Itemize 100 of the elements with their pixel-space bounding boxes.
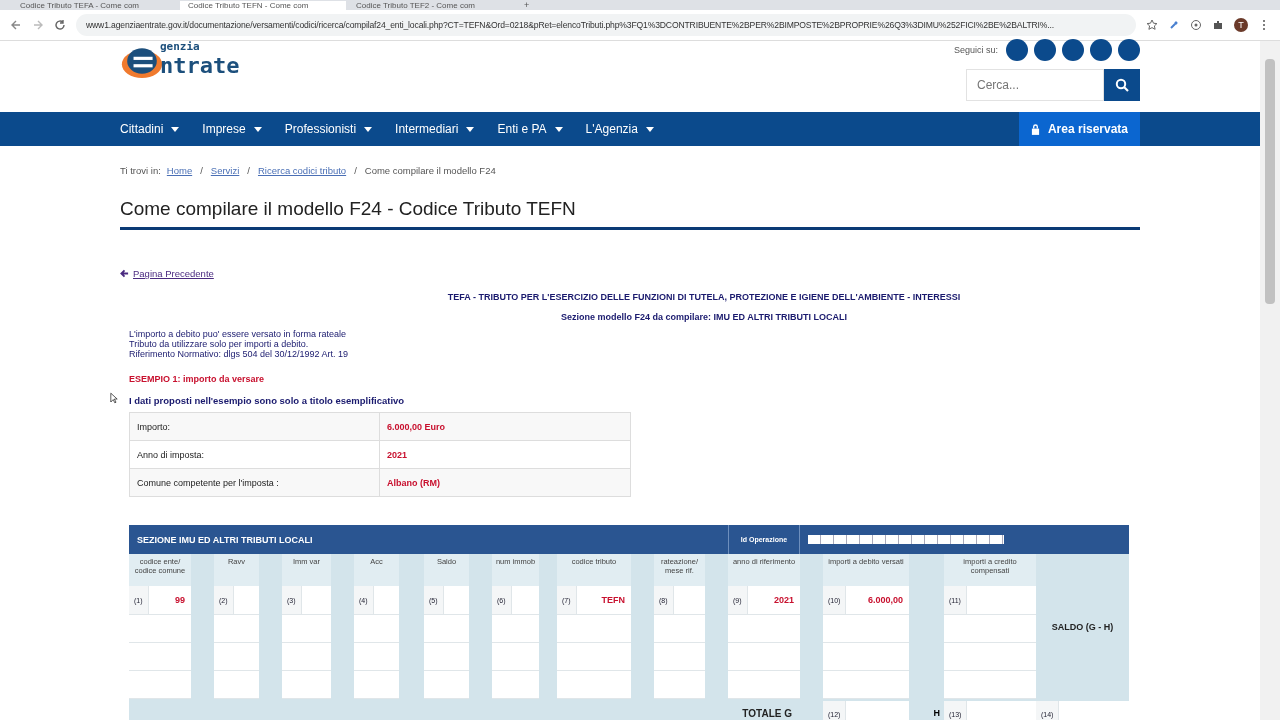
form-field[interactable] <box>728 643 800 671</box>
caret-icon <box>171 126 180 132</box>
form-field[interactable] <box>282 643 331 671</box>
social-icon[interactable] <box>1090 39 1112 61</box>
table-cell: Importo: <box>130 413 380 440</box>
breadcrumb-link[interactable]: Ricerca codici tributo <box>257 165 347 176</box>
form-field[interactable] <box>214 615 259 643</box>
caret-icon <box>466 126 475 132</box>
reload-icon[interactable] <box>54 19 66 31</box>
caret-icon <box>554 126 563 132</box>
form-field[interactable] <box>654 671 705 699</box>
search-icon <box>1115 78 1129 92</box>
id-field[interactable] <box>808 535 1004 544</box>
form-field[interactable]: 2021 <box>747 586 800 614</box>
back-link[interactable]: Pagina Precedente <box>120 268 214 279</box>
breadcrumb-link[interactable]: Servizi <box>210 165 240 176</box>
form-field[interactable] <box>282 671 331 699</box>
form-field[interactable] <box>823 671 909 699</box>
logo-text: genzia <box>160 41 201 53</box>
new-tab-button[interactable]: + <box>516 1 538 10</box>
form-field[interactable] <box>214 643 259 671</box>
form-field[interactable] <box>354 671 399 699</box>
breadcrumb-separator: / <box>354 165 357 176</box>
back-icon[interactable] <box>10 19 22 31</box>
note-text: L'importo a debito puo' essere versato in forma rateale <box>129 329 348 339</box>
nav-menu-item[interactable]: Enti e PA <box>497 122 563 136</box>
form-field[interactable]: 99 <box>148 586 191 614</box>
form-field[interactable] <box>282 615 331 643</box>
form-field[interactable] <box>492 671 539 699</box>
total-label: TOTALE G <box>741 706 793 720</box>
logo-text: ntrate <box>160 53 240 79</box>
disclaimer-text: I dati proposti nell'esempio sono solo a titolo esemplificativo <box>129 395 406 406</box>
social-icon[interactable] <box>1034 39 1056 61</box>
breadcrumb-current: Come compilare il modello F24 <box>364 165 496 176</box>
form-field[interactable] <box>944 671 1036 699</box>
form-field[interactable] <box>823 615 909 643</box>
form-field[interactable] <box>129 643 191 671</box>
form-field[interactable] <box>129 671 191 699</box>
breadcrumb-link[interactable]: Home <box>166 165 193 176</box>
total-label: H <box>932 707 941 720</box>
search-field[interactable]: Cerca... <box>966 69 1104 101</box>
form-field[interactable]: TEFN <box>576 586 631 614</box>
scrollbar[interactable] <box>1260 41 1280 720</box>
form-field[interactable] <box>129 615 191 643</box>
puzzle-icon[interactable] <box>1212 19 1224 31</box>
caret-icon <box>253 126 262 132</box>
form-field[interactable] <box>557 671 631 699</box>
social-icon[interactable] <box>1062 39 1084 61</box>
form-field[interactable] <box>492 643 539 671</box>
form-field[interactable] <box>944 615 1036 643</box>
form-field[interactable] <box>823 643 909 671</box>
lock-icon <box>1030 123 1040 135</box>
address-bar[interactable]: www1.agenziaentrate.gov.it/documentazione/versamenti/codici/ricerca/compilaf24_enti_locali.php?CT=TEFN&Ord=0218&pRet=elencoTributi.php%3FQ1%3DCONTRIBUENTE%2BPER%2BIMPOSTE%2BPROPRIE%26Q3%3DIMU%252FICI%2BE%2BALTRI%... <box>76 14 1136 36</box>
form-field[interactable] <box>557 615 631 643</box>
browser-tab[interactable]: Codice Tributo TEFN - Come com <box>180 1 346 10</box>
form-field[interactable] <box>214 671 259 699</box>
breadcrumb-separator: / <box>247 165 250 176</box>
reserved-area-button[interactable]: Area riservata <box>1018 112 1140 146</box>
section-heading: TEFA - TRIBUTO PER L'ESERCIZIO DELLE FUNZIONI DI TUTELA, PROTEZIONE E IGIENE DELL'AMBIENTE - INTERESSI <box>446 292 962 302</box>
follow-label: Seguici su: <box>953 45 998 55</box>
saldo-label: SALDO (G - H) <box>1050 620 1115 634</box>
caret-icon <box>364 126 373 132</box>
nav-menu-item[interactable]: Cittadini <box>120 122 180 136</box>
table-cell-text: 2021 <box>386 448 409 462</box>
social-icon[interactable] <box>1006 39 1028 61</box>
form-field[interactable] <box>728 671 800 699</box>
form-field[interactable] <box>354 615 399 643</box>
star-icon[interactable] <box>1146 19 1158 31</box>
section-heading: Sezione modello F24 da compilare: IMU ED ALTRI TRIBUTI LOCALI <box>560 312 848 322</box>
form-field[interactable] <box>654 615 705 643</box>
form-field[interactable] <box>424 671 469 699</box>
search-button[interactable] <box>1104 69 1140 101</box>
form-field[interactable] <box>354 643 399 671</box>
nav-menu-item[interactable]: Professionisti <box>284 122 373 136</box>
form-field[interactable] <box>654 643 705 671</box>
form-field[interactable] <box>424 643 469 671</box>
note-text: Tributo da utilizzare solo per importi a debito. <box>129 339 310 349</box>
table-cell-text: 6.000,00 Euro <box>386 420 447 434</box>
breadcrumb-label: Ti trovi in: <box>120 165 161 176</box>
form-field[interactable] <box>944 643 1036 671</box>
nav-menu-item[interactable]: Imprese <box>202 122 262 136</box>
note-text: Riferimento Normativo: dlgs 504 del 30/12/1992 Art. 19 <box>129 349 350 359</box>
page-title: Come compilare il modello F24 - Codice Tributo TEFN <box>120 198 577 220</box>
arrow-left-icon <box>120 269 129 278</box>
example-title: ESEMPIO 1: importo da versare <box>129 374 266 384</box>
forward-icon[interactable] <box>32 19 44 31</box>
form-field[interactable] <box>557 643 631 671</box>
form-field[interactable] <box>728 615 800 643</box>
caret-icon <box>645 126 654 132</box>
form-field[interactable] <box>424 615 469 643</box>
location-icon[interactable] <box>1190 19 1202 31</box>
nav-menu-item[interactable]: Intermediari <box>395 122 475 136</box>
social-icon[interactable] <box>1118 39 1140 61</box>
nav-menu-item[interactable]: L'Agenzia <box>585 122 654 136</box>
profile-avatar[interactable]: T <box>1234 18 1248 32</box>
breadcrumb-separator: / <box>200 165 203 176</box>
form-field[interactable]: 6.000,00 <box>846 586 909 614</box>
form-field[interactable] <box>492 615 539 643</box>
table-cell-text: Albano (RM) <box>386 476 441 490</box>
table-cell: Comune competente per l'imposta : <box>130 469 380 496</box>
